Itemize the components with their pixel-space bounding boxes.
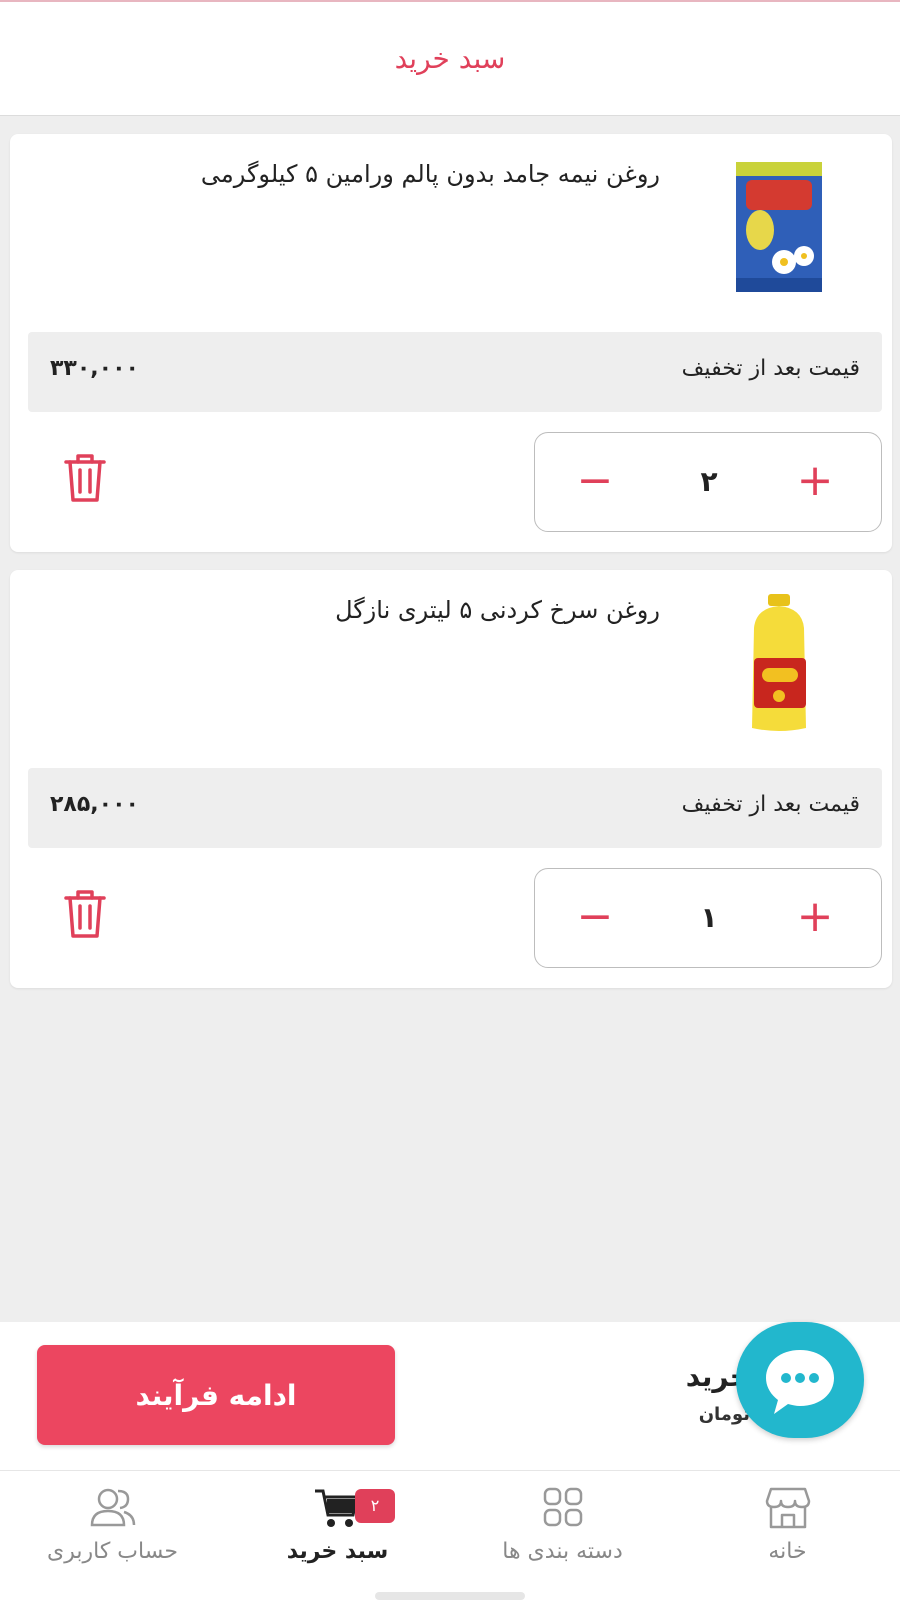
price-value: ۳۳۰,۰۰۰	[50, 356, 139, 381]
nav-item-account[interactable]: حساب کاربری	[0, 1471, 225, 1600]
cart-item-card: روغن سرخ کردنی ۵ لیتری نازگل قیمت بعد از…	[10, 570, 892, 988]
quantity-stepper: + ۱ −	[534, 868, 882, 968]
users-icon	[90, 1488, 135, 1527]
app-header: سبد خرید	[0, 2, 900, 116]
cart-item-card: روغن نیمه جامد بدون پالم ورامین ۵ کیلوگر…	[10, 134, 892, 552]
product-name: روغن سرخ کردنی ۵ لیتری نازگل	[335, 596, 660, 624]
quantity-value: ۲	[700, 465, 718, 498]
price-value: ۲۸۵,۰۰۰	[50, 792, 139, 817]
store-icon	[765, 1487, 810, 1529]
page-title: سبد خرید	[394, 42, 506, 75]
bottom-nav: خانه دسته بندی ها ۲ سبد خرید حساب کاربری	[0, 1470, 900, 1600]
price-label: قیمت بعد از تخفیف	[681, 356, 860, 381]
decrease-quantity-button[interactable]: −	[569, 457, 621, 509]
product-tin-icon	[736, 162, 822, 292]
increase-quantity-button[interactable]: +	[789, 457, 841, 509]
price-row: قیمت بعد از تخفیف ۳۳۰,۰۰۰	[28, 332, 882, 412]
trash-icon[interactable]	[60, 886, 110, 942]
quantity-stepper: + ۲ −	[534, 432, 882, 532]
trash-icon[interactable]	[60, 450, 110, 506]
nav-label: سبد خرید	[286, 1539, 389, 1564]
nav-item-cart[interactable]: ۲ سبد خرید	[225, 1471, 450, 1600]
price-label: قیمت بعد از تخفیف	[681, 792, 860, 817]
chat-bubble-icon	[766, 1350, 834, 1414]
price-row: قیمت بعد از تخفیف ۲۸۵,۰۰۰	[28, 768, 882, 848]
product-name: روغن نیمه جامد بدون پالم ورامین ۵ کیلوگر…	[200, 160, 660, 188]
nav-label: خانه	[768, 1539, 807, 1564]
home-indicator	[375, 1592, 525, 1600]
nav-label: حساب کاربری	[47, 1539, 178, 1564]
quantity-value: ۱	[700, 901, 718, 934]
cart-count-badge: ۲	[355, 1489, 395, 1523]
continue-button[interactable]: ادامه فرآیند	[37, 1345, 395, 1445]
grid-icon	[543, 1487, 582, 1527]
nav-label: دسته بندی ها	[502, 1539, 623, 1564]
increase-quantity-button[interactable]: +	[789, 893, 841, 945]
nav-item-categories[interactable]: دسته بندی ها	[450, 1471, 675, 1600]
chat-button[interactable]	[736, 1322, 864, 1438]
product-bottle-icon	[752, 594, 806, 731]
nav-item-home[interactable]: خانه	[675, 1471, 900, 1600]
decrease-quantity-button[interactable]: −	[569, 893, 621, 945]
